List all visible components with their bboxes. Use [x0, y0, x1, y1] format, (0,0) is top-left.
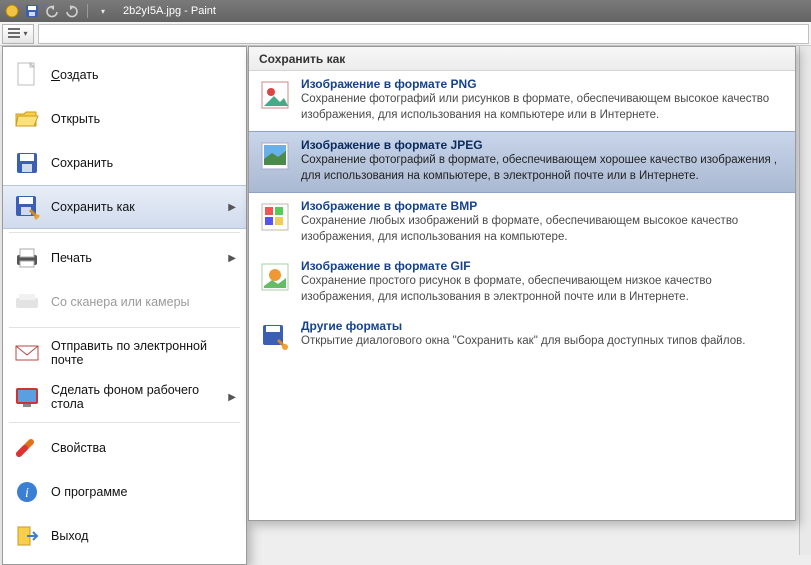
save-as-other-title: Другие форматы: [301, 319, 785, 333]
email-icon: [13, 339, 41, 367]
save-as-png-desc: Сохранение фотографий или рисунков в фор…: [301, 92, 785, 123]
ribbon-strip: ▾: [0, 22, 811, 46]
undo-qat-button[interactable]: [44, 3, 60, 19]
save-as-gif-desc: Сохранение простого рисунок в формате, о…: [301, 274, 785, 305]
submenu-arrow-icon: ▶: [228, 202, 236, 213]
save-as-icon: [13, 193, 41, 221]
menu-exit[interactable]: Выход: [3, 514, 246, 558]
properties-icon: [13, 434, 41, 462]
save-as-jpeg[interactable]: Изображение в формате JPEG Сохранение фо…: [249, 131, 795, 193]
menu-save-as[interactable]: Сохранить как ▶: [3, 185, 246, 229]
menu-about[interactable]: i О программе: [3, 470, 246, 514]
new-file-icon: [13, 61, 41, 89]
save-as-bmp-desc: Сохранение любых изображений в формате, …: [301, 214, 785, 245]
menu-save[interactable]: Сохранить: [3, 141, 246, 185]
qat-customize-button[interactable]: ▾: [95, 3, 111, 19]
menu-properties[interactable]: Свойства: [3, 426, 246, 470]
scanner-icon: [13, 288, 41, 316]
submenu-header: Сохранить как: [249, 47, 795, 71]
save-as-png[interactable]: Изображение в формате PNG Сохранение фот…: [249, 71, 795, 131]
menu-desktop-bg-label: Сделать фоном рабочего стола: [51, 383, 218, 411]
menu-scanner: Со сканера или камеры: [3, 280, 246, 324]
app-icon[interactable]: [4, 3, 20, 19]
menu-separator: [9, 327, 240, 328]
print-icon: [13, 244, 41, 272]
other-formats-icon: [259, 321, 291, 353]
menu-properties-label: Свойства: [51, 441, 236, 455]
submenu-arrow-icon: ▶: [228, 253, 236, 264]
save-as-other[interactable]: Другие форматы Открытие диалогового окна…: [249, 313, 795, 361]
chevron-down-icon: ▾: [23, 29, 27, 38]
open-folder-icon: [13, 105, 41, 133]
menu-scanner-label: Со сканера или камеры: [51, 295, 236, 309]
save-as-other-desc: Открытие диалогового окна "Сохранить как…: [301, 334, 785, 350]
menu-separator: [9, 422, 240, 423]
file-tab-icon: [8, 28, 20, 39]
desktop-bg-icon: [13, 383, 41, 411]
menu-create-label: Создать: [51, 68, 236, 82]
save-as-gif[interactable]: Изображение в формате GIF Сохранение про…: [249, 253, 795, 313]
menu-separator: [9, 232, 240, 233]
menu-save-label: Сохранить: [51, 156, 236, 170]
scrollbar[interactable]: [799, 46, 811, 555]
gif-icon: [259, 261, 291, 293]
save-as-png-title: Изображение в формате PNG: [301, 77, 785, 91]
save-as-bmp-title: Изображение в формате BMP: [301, 199, 785, 213]
save-as-gif-title: Изображение в формате GIF: [301, 259, 785, 273]
menu-desktop-bg[interactable]: Сделать фоном рабочего стола ▶: [3, 375, 246, 419]
menu-create[interactable]: Создать: [3, 53, 246, 97]
titlebar: ▾ 2b2yI5A.jpg - Paint: [0, 0, 811, 22]
menu-email-label: Отправить по электронной почте: [51, 339, 236, 367]
menu-open-label: Открыть: [51, 112, 236, 126]
menu-save-as-label: Сохранить как: [51, 200, 218, 214]
save-as-jpeg-desc: Сохранение фотографий в формате, обеспеч…: [301, 153, 785, 184]
save-qat-button[interactable]: [24, 3, 40, 19]
save-as-submenu: Сохранить как Изображение в формате PNG …: [248, 46, 796, 521]
quick-access-toolbar: ▾: [4, 3, 111, 19]
ribbon-blank-area: [38, 24, 809, 44]
redo-qat-button[interactable]: [64, 3, 80, 19]
menu-email[interactable]: Отправить по электронной почте: [3, 331, 246, 375]
file-menu: Создать Открыть Сохранить Сохранить как …: [2, 46, 247, 565]
file-tab-button[interactable]: ▾: [2, 24, 34, 44]
save-as-bmp[interactable]: Изображение в формате BMP Сохранение люб…: [249, 193, 795, 253]
save-icon: [13, 149, 41, 177]
exit-icon: [13, 522, 41, 550]
info-icon: i: [13, 478, 41, 506]
menu-open[interactable]: Открыть: [3, 97, 246, 141]
menu-print-label: Печать: [51, 251, 218, 265]
menu-print[interactable]: Печать ▶: [3, 236, 246, 280]
svg-text:i: i: [25, 486, 29, 501]
save-as-jpeg-title: Изображение в формате JPEG: [301, 138, 785, 152]
menu-about-label: О программе: [51, 485, 236, 499]
menu-exit-label: Выход: [51, 529, 236, 543]
jpeg-icon: [259, 140, 291, 172]
png-icon: [259, 79, 291, 111]
submenu-arrow-icon: ▶: [228, 392, 236, 403]
window-title: 2b2yI5A.jpg - Paint: [123, 5, 216, 17]
bmp-icon: [259, 201, 291, 233]
